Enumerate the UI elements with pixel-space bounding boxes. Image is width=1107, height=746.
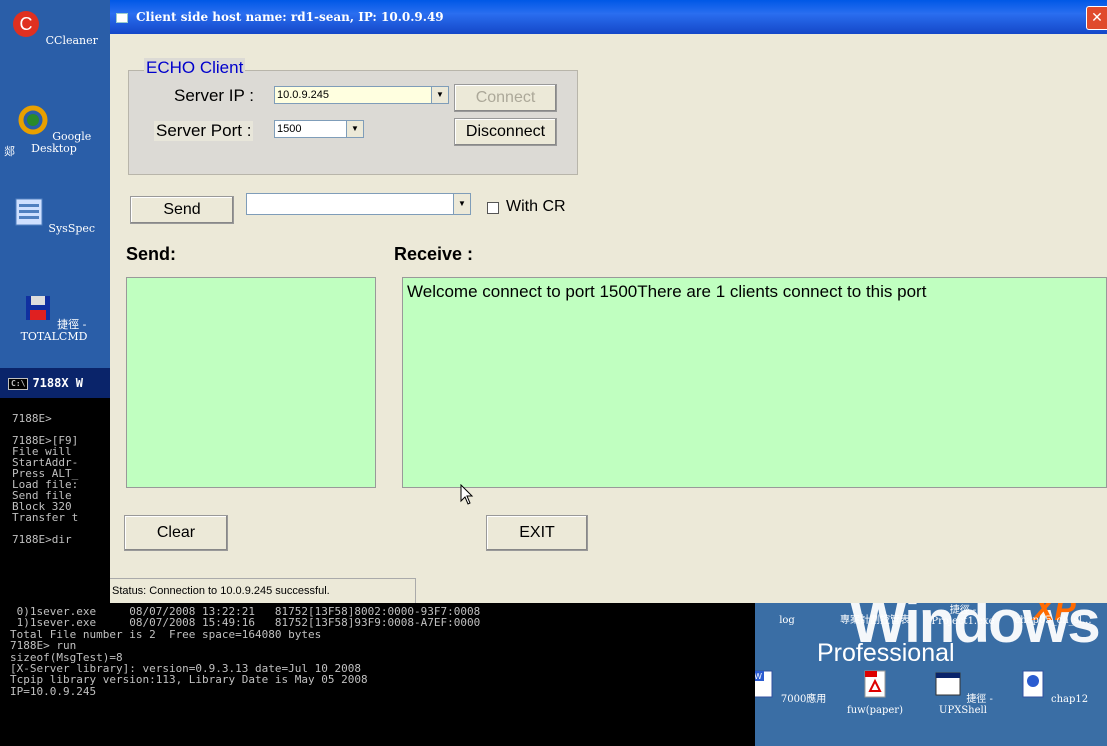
desktop-side-char: 郯: [4, 145, 15, 158]
app-window-icon: [116, 12, 128, 23]
cmd-icon: C:\: [8, 377, 29, 390]
chevron-down-icon[interactable]: ▼: [431, 87, 448, 103]
chap05-label: chap05_ch_sl...: [1014, 615, 1092, 626]
console-titlebar[interactable]: C:\ 7188X W: [0, 368, 112, 398]
sysspec-icon: [15, 198, 43, 226]
mouse-cursor-icon: [460, 484, 474, 505]
send-button[interactable]: Send: [130, 196, 234, 224]
send-textbox[interactable]: [126, 277, 376, 488]
server-ip-combo[interactable]: 10.0.9.245 ▼: [274, 86, 449, 104]
desktop-left: C CCleaner Google Desktop 郯 SysSpec 捷徑 -…: [0, 0, 110, 368]
send-text: [127, 278, 375, 286]
sysspec-desktop-icon[interactable]: SysSpec: [4, 196, 104, 235]
fuw-paper-label: fuw(paper): [847, 705, 903, 716]
project1-shortcut-label: 捷徑 - Project1.exe: [931, 605, 995, 627]
chap12-label: chap12: [1051, 694, 1089, 705]
connect-button[interactable]: Connect: [454, 84, 557, 112]
window-app-icon: [935, 672, 961, 696]
receive-textbox[interactable]: Welcome connect to port 1500There are 1 …: [402, 277, 1107, 488]
svg-text:C: C: [20, 14, 33, 34]
receive-heading: Receive :: [394, 244, 474, 264]
disconnect-button[interactable]: Disconnect: [454, 118, 557, 146]
close-button[interactable]: ✕: [1086, 6, 1107, 30]
chap05-desktop-icon[interactable]: chap05_ch_sl...: [1013, 615, 1093, 626]
status-bar: Status: Connection to 10.0.9.245 success…: [110, 578, 416, 603]
log-label: log: [779, 615, 795, 626]
console-output-area: 0)1sever.exe 08/07/2008 13:22:21 81752[1…: [0, 603, 755, 746]
ccleaner-desktop-icon[interactable]: C CCleaner: [4, 8, 104, 47]
echo-client-window: Client side host name: rd1-sean, IP: 10.…: [110, 0, 1107, 603]
chevron-down-icon[interactable]: ▼: [453, 194, 470, 214]
window-titlebar[interactable]: Client side host name: rd1-sean, IP: 10.…: [110, 0, 1107, 34]
group-legend: ECHO Client: [144, 58, 246, 78]
window-title: Client side host name: rd1-sean, IP: 10.…: [136, 10, 444, 24]
server-port-label: Server Port :: [154, 121, 254, 141]
word-document-icon: W: [755, 670, 773, 698]
server-ip-label: Server IP :: [174, 86, 254, 105]
upxshell-shortcut-desktop-icon[interactable]: 捷徑 - UPXShell: [923, 669, 1003, 716]
log-desktop-icon[interactable]: log: [755, 615, 827, 626]
send-message-combo[interactable]: ▼: [246, 193, 471, 215]
google-desktop-desktop-icon[interactable]: Google Desktop: [4, 104, 104, 155]
desktop-bottom-right: Windows XP Professional log 專案計劃控管表 捷徑 -…: [755, 603, 1107, 746]
pdf-icon: [864, 670, 886, 698]
windows-edition-text: Professional: [817, 639, 955, 667]
sysspec-label: SysSpec: [48, 222, 96, 235]
server-port-combo[interactable]: 1500 ▼: [274, 120, 364, 138]
exit-button[interactable]: EXIT: [486, 515, 588, 551]
google-desktop-icon: [18, 105, 48, 135]
svg-text:W: W: [755, 672, 762, 681]
powerpoint-document-icon: [1022, 670, 1044, 698]
console-output-left: 7188E> 7188E>[F9] File will StartAddr- P…: [12, 412, 79, 545]
totalcmd-desktop-icon[interactable]: 捷徑 - TOTALCMD: [4, 292, 104, 343]
clear-button[interactable]: Clear: [124, 515, 228, 551]
ccleaner-icon: C: [13, 11, 40, 37]
with-cr-label: With CR: [506, 198, 566, 215]
chap12-desktop-icon[interactable]: chap12: [1013, 669, 1093, 705]
server-port-value: 1500: [277, 123, 302, 135]
receive-text: Welcome connect to port 1500There are 1 …: [407, 282, 927, 301]
project-plan-desktop-icon[interactable]: 專案計劃控管表: [835, 615, 915, 626]
app7000-desktop-icon[interactable]: W 7000應用: [755, 669, 827, 705]
send-heading: Send:: [126, 244, 177, 264]
fuw-paper-desktop-icon[interactable]: fuw(paper): [835, 669, 915, 716]
console-title: 7188X W: [32, 376, 84, 390]
floppy-icon: [25, 296, 50, 320]
server-ip-value: 10.0.9.245: [277, 89, 329, 101]
chevron-down-icon[interactable]: ▼: [346, 121, 363, 137]
project-plan-label: 專案計劃控管表: [840, 615, 910, 626]
console-output-bottom: 0)1sever.exe 08/07/2008 13:22:21 81752[1…: [10, 605, 481, 698]
project1-shortcut-desktop-icon[interactable]: 捷徑 - Project1.exe: [923, 605, 1003, 627]
with-cr-checkbox[interactable]: [487, 202, 499, 214]
ccleaner-label: CCleaner: [45, 34, 98, 47]
app7000-label: 7000應用: [780, 694, 827, 705]
